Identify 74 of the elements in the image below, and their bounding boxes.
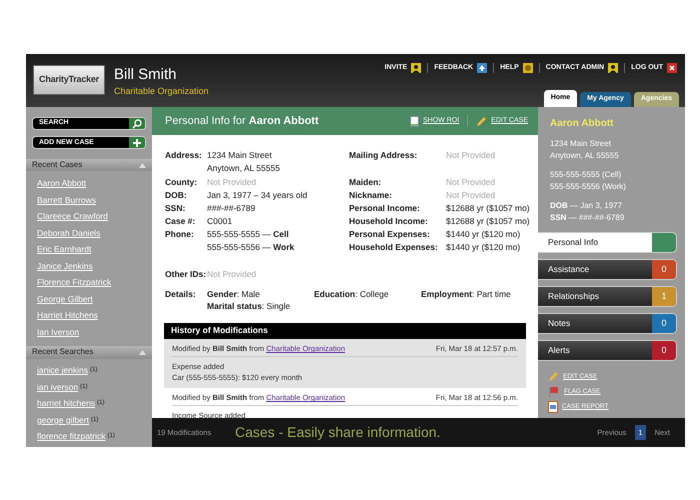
section-title: Recent Searches — [32, 346, 94, 358]
field-value: Not Provided — [446, 176, 496, 188]
field-value: C0001 — [207, 215, 232, 228]
case-nav-button[interactable]: Alerts 0 — [538, 340, 677, 361]
field-label: Household Expenses: — [349, 240, 439, 253]
field-label: Case #: — [165, 215, 196, 228]
field-value: Not Provided — [446, 188, 496, 201]
field-label: Mailing Address: — [349, 149, 418, 162]
field-label: Other IDs: — [165, 268, 207, 280]
field-label: Maiden: — [349, 176, 382, 188]
document-icon — [410, 116, 419, 126]
section-title: Recent Cases — [32, 159, 82, 172]
field-value: 555-555-5556 — Work — [207, 240, 294, 253]
caption-text: Cases - Easily share information. — [235, 423, 440, 442]
field-value: $12688 yr ($1057 mo) — [446, 214, 530, 227]
flag-icon — [548, 386, 560, 397]
person-icon — [411, 63, 422, 74]
plus-icon — [132, 138, 142, 148]
field-label: Household Income: — [349, 214, 429, 227]
field-value: 555-555-5555 — Cell — [207, 228, 290, 240]
case-nav-button[interactable]: Notes 0 — [538, 313, 677, 334]
logo[interactable]: CharityTracker — [33, 65, 105, 95]
section-header[interactable]: Recent Cases — [26, 159, 152, 172]
field-value: $12688 yr ($1057 mo) — [446, 202, 530, 214]
field-label: SSN: — [165, 202, 186, 214]
search-icon — [132, 118, 142, 129]
pencil-icon — [476, 116, 488, 126]
field-value: ###-##-6789 — [207, 202, 256, 214]
field-value: Not Provided — [446, 149, 496, 162]
collapse-icon — [139, 162, 146, 168]
detail-value: Gender: Male — [207, 288, 261, 300]
person-icon — [608, 63, 618, 74]
organization-name: Charitable Organization — [114, 85, 209, 98]
case-nav-button[interactable]: Relationships 1 — [538, 286, 677, 307]
field-value: $1440 yr ($120 mo) — [446, 228, 520, 240]
id-text: SSN — ###-##-6789 — [550, 212, 626, 224]
detail-value: Employment: Part time — [421, 288, 511, 300]
field-label: DOB: — [165, 189, 188, 202]
count-badge: 0 — [652, 260, 676, 279]
phone-text: 555-555-5555 (Cell) — [550, 169, 622, 181]
address-text: Anytown, AL 55555 — [550, 150, 620, 162]
pencil-icon — [548, 371, 559, 382]
report-icon — [548, 401, 558, 413]
field-label: Personal Income: — [349, 202, 421, 214]
count-badge: 0 — [652, 341, 676, 360]
count-badge: 0 — [652, 314, 676, 333]
field-value: Not Provided — [207, 176, 256, 188]
case-nav-button[interactable]: Assistance 0 — [538, 259, 677, 280]
field-label: Details: — [165, 288, 197, 300]
case-nav-button[interactable]: Personal Info — [538, 232, 677, 253]
detail-value: Education: College — [314, 288, 390, 300]
count-badge: 1 — [652, 287, 676, 306]
field-label: Personal Expenses: — [349, 228, 431, 240]
field-label: Phone: — [165, 228, 195, 241]
field-value: 1234 Main Street — [207, 149, 273, 162]
id-text: DOB — Jan 3, 1977 — [550, 200, 624, 212]
field-value: Not Provided — [207, 268, 256, 280]
upload-icon — [477, 63, 488, 74]
case-name: Aaron Abbott — [549, 117, 615, 131]
collapse-icon — [139, 350, 146, 355]
phone-text: 555-555-5556 (Work) — [550, 181, 627, 193]
field-label: Nickname: — [349, 188, 393, 201]
history-header: History of Modifications — [164, 322, 526, 338]
close-icon — [667, 63, 677, 74]
field-label: Address: — [165, 149, 203, 162]
panel-title: Personal Info for Aaron Abbott — [165, 114, 319, 129]
detail-value: Marital status: Single — [207, 300, 292, 312]
field-label: County: — [165, 176, 198, 188]
field-value: Jan 3, 1977 – 34 years old — [207, 189, 308, 202]
field-value: $1440 yr ($120 mo) — [446, 240, 520, 253]
section-header[interactable]: Recent Searches — [26, 346, 152, 358]
user-name: Bill Smith — [114, 66, 177, 84]
address-text: 1234 Main Street — [550, 138, 612, 150]
field-value: Anytown, AL 55555 — [207, 162, 280, 174]
